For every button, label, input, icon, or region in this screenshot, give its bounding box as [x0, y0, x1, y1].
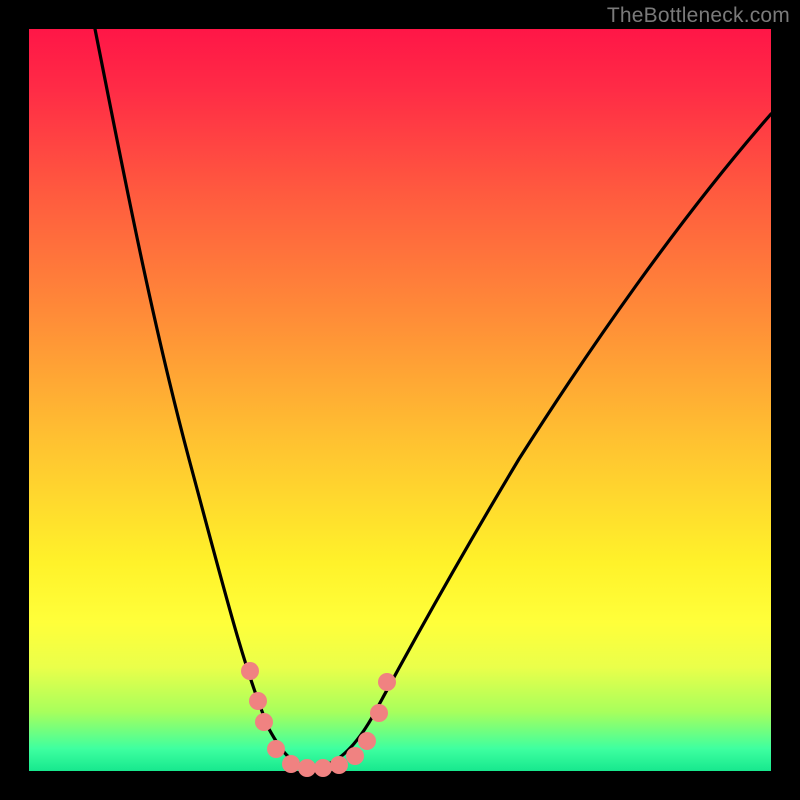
- marker-dot: [249, 692, 267, 710]
- marker-dot: [314, 759, 332, 777]
- plot-area: [29, 29, 771, 771]
- chart-svg: [29, 29, 771, 771]
- chart-frame: TheBottleneck.com: [0, 0, 800, 800]
- marker-dot: [378, 673, 396, 691]
- marker-dot: [255, 713, 273, 731]
- marker-dot: [298, 759, 316, 777]
- marker-dot: [358, 732, 376, 750]
- marker-group: [241, 662, 396, 777]
- marker-dot: [241, 662, 259, 680]
- marker-dot: [370, 704, 388, 722]
- bottleneck-curve-path: [95, 29, 771, 767]
- marker-dot: [282, 755, 300, 773]
- marker-dot: [346, 747, 364, 765]
- marker-dot: [267, 740, 285, 758]
- marker-dot: [330, 756, 348, 774]
- watermark-text: TheBottleneck.com: [607, 4, 790, 28]
